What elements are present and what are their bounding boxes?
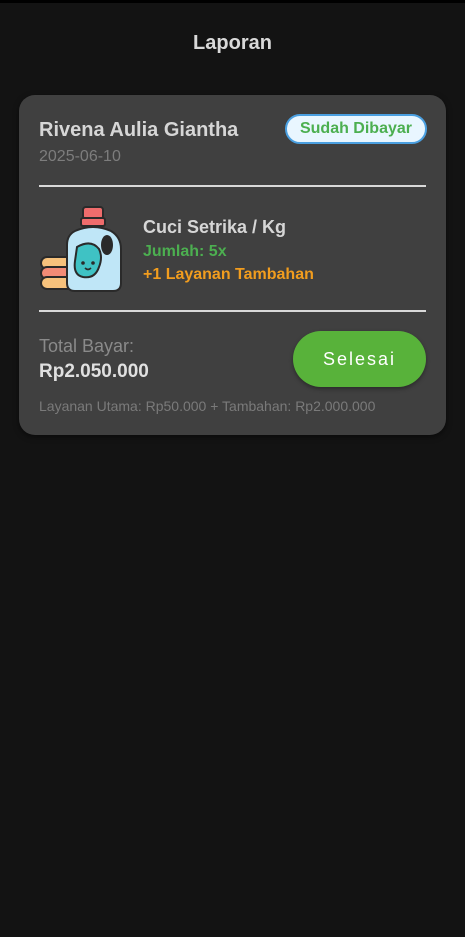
order-date: 2025-06-10 [39,148,121,165]
total-label: Total Bayar: [39,336,135,356]
divider [39,310,426,312]
customer-name: Rivena Aulia Giantha [39,119,239,141]
status-badge: Sudah Dibayar [284,114,427,144]
order-card[interactable]: Rivena Aulia Giantha 2025-06-10 Sudah Di… [19,95,446,435]
page-title: Laporan [193,31,272,54]
price-breakdown: Layanan Utama: Rp50.000 + Tambahan: Rp2.… [39,398,376,414]
quantity-label: Jumlah: 5x [143,243,227,260]
divider [39,185,426,187]
app-bar: Laporan [0,3,465,83]
total-amount: Rp2.050.000 [39,361,149,382]
service-name: Cuci Setrika / Kg [143,217,287,237]
extra-services-label: +1 Layanan Tambahan [143,266,314,283]
detergent-bottle-icon [40,206,122,292]
done-button[interactable]: Selesai [293,331,426,387]
